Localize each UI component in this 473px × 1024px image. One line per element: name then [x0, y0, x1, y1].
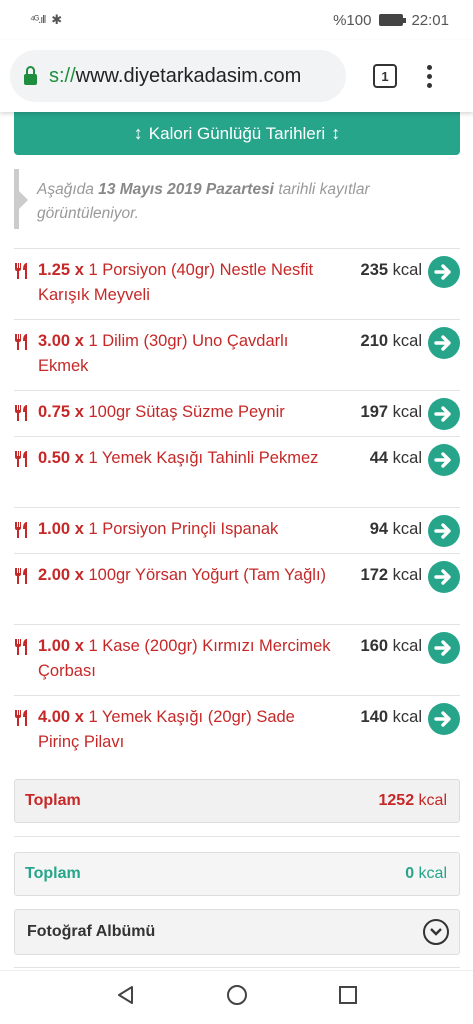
fork-knife-icon [14, 521, 30, 539]
food-list: 1.25 x 1 Porsiyon (40gr) Nestle Nesfit K… [14, 248, 460, 766]
food-description: 1.25 x 1 Porsiyon (40gr) Nestle Nesfit K… [38, 258, 338, 308]
fork-knife-icon [14, 709, 30, 727]
food-description: 0.50 x 1 Yemek Kaşığı Tahinli Pekmez [38, 446, 338, 471]
food-quantity: 1.25 x [38, 261, 84, 279]
home-icon[interactable] [226, 984, 248, 1011]
food-row: 1.25 x 1 Porsiyon (40gr) Nestle Nesfit K… [14, 248, 460, 319]
status-right: %100 22:01 [333, 12, 449, 29]
food-total-value: 1252 kcal [378, 792, 448, 809]
clock: 22:01 [411, 11, 449, 29]
food-row: 4.00 x 1 Yemek Kaşığı (20gr) Sade Pirinç… [14, 695, 460, 766]
food-quantity: 0.75 x [38, 403, 84, 421]
food-description: 0.75 x 100gr Sütaş Süzme Peynir [38, 400, 338, 425]
status-bar: ⁴ᴳ.ıll ✱ %100 22:01 [0, 0, 473, 40]
food-kcal: 94 kcal [369, 520, 422, 538]
arrow-right-icon[interactable] [428, 515, 460, 547]
food-description: 4.00 x 1 Yemek Kaşığı (20gr) Sade Pirinç… [38, 705, 338, 755]
food-kcal: 44 kcal [369, 449, 422, 467]
fork-knife-icon [14, 450, 30, 468]
url-text: s://www.diyetarkadasim.com [49, 65, 301, 88]
calorie-history-button[interactable]: ↕ Kalori Günlüğü Tarihleri ↕ [14, 112, 460, 155]
arrow-right-icon[interactable] [428, 256, 460, 288]
food-name: 100gr Yörsan Yoğurt (Tam Yağlı) [88, 566, 327, 584]
food-quantity: 3.00 x [38, 332, 84, 350]
activity-total-value: 0 kcal [405, 865, 447, 882]
food-row: 2.00 x 100gr Yörsan Yoğurt (Tam Yağlı) 17… [14, 553, 460, 624]
food-row: 0.50 x 1 Yemek Kaşığı Tahinli Pekmez 44 k… [14, 436, 460, 507]
food-kcal: 140 kcal [360, 708, 422, 726]
bluetooth-icon: ✱ [51, 12, 63, 27]
food-quantity: 2.00 x [38, 566, 84, 584]
food-quantity: 1.00 x [38, 520, 84, 538]
updown-arrow-icon: ↕ [133, 123, 143, 143]
divider [14, 967, 460, 968]
page-content: ↕ Kalori Günlüğü Tarihleri ↕ Aşağıda 13 … [0, 112, 473, 970]
photo-album-label: Fotoğraf Albümü [27, 923, 156, 940]
fork-knife-icon [14, 404, 30, 422]
tab-switcher-button[interactable]: 1 [373, 64, 397, 88]
arrow-right-icon[interactable] [428, 561, 460, 593]
arrow-right-icon[interactable] [428, 327, 460, 359]
food-kcal: 172 kcal [360, 566, 422, 584]
food-kcal: 235 kcal [360, 261, 422, 279]
food-name: 100gr Sütaş Süzme Peynir [88, 403, 285, 421]
activity-total-box: Toplam 0 kcal [14, 852, 460, 896]
recents-icon[interactable] [337, 984, 359, 1011]
food-kcal: 197 kcal [360, 403, 422, 421]
food-kcal: 160 kcal [360, 637, 422, 655]
fork-knife-icon [14, 567, 30, 585]
food-description: 1.00 x 1 Porsiyon Prinçli Ispanak [38, 517, 338, 542]
food-description: 3.00 x 1 Dilim (30gr) Uno Çavdarlı Ekmek [38, 329, 338, 379]
food-row: 1.00 x 1 Kase (200gr) Kırmızı Mercimek Ç… [14, 624, 460, 695]
notice-date: 13 Mayıs 2019 Pazartesi [98, 181, 274, 198]
photo-album-toggle[interactable]: Fotoğraf Albümü [14, 909, 460, 955]
url-scheme: s:// [49, 64, 76, 87]
divider [14, 836, 460, 837]
fork-knife-icon [14, 333, 30, 351]
food-quantity: 1.00 x [38, 637, 84, 655]
arrow-right-icon[interactable] [428, 444, 460, 476]
food-total-box: Toplam 1252 kcal [14, 779, 460, 823]
food-total-label: Toplam [25, 792, 81, 809]
food-quantity: 4.00 x [38, 708, 84, 726]
date-notice: Aşağıda 13 Mayıs 2019 Pazartesi tarihli … [14, 169, 460, 229]
address-bar[interactable]: s://www.diyetarkadasim.com [10, 50, 346, 102]
fork-knife-icon [14, 638, 30, 656]
overflow-menu-icon[interactable] [427, 64, 432, 88]
food-row: 0.75 x 100gr Sütaş Süzme Peynir 197 kcal [14, 390, 460, 436]
food-row: 3.00 x 1 Dilim (30gr) Uno Çavdarlı Ekmek… [14, 319, 460, 390]
food-quantity: 0.50 x [38, 449, 84, 467]
updown-arrow-icon: ↕ [331, 123, 341, 143]
chevron-down-icon [423, 919, 449, 945]
arrow-right-icon[interactable] [428, 632, 460, 664]
food-description: 2.00 x 100gr Yörsan Yoğurt (Tam Yağlı) [38, 563, 338, 588]
lock-icon [24, 65, 37, 85]
fork-knife-icon [14, 262, 30, 280]
food-row: 1.00 x 1 Porsiyon Prinçli Ispanak 94 kcal [14, 507, 460, 553]
system-nav-bar [0, 970, 473, 1024]
notice-prefix: Aşağıda [37, 181, 94, 198]
back-icon[interactable] [115, 984, 137, 1011]
battery-percent: %100 [333, 11, 372, 29]
arrow-right-icon[interactable] [428, 398, 460, 430]
activity-total-label: Toplam [25, 865, 81, 882]
caret-right-icon [19, 191, 28, 209]
food-kcal: 210 kcal [360, 332, 422, 350]
url-host: www.diyetarkadasim.com [75, 64, 302, 87]
arrow-right-icon[interactable] [428, 703, 460, 735]
food-description: 1.00 x 1 Kase (200gr) Kırmızı Mercimek Ç… [38, 634, 338, 684]
food-name: 1 Yemek Kaşığı Tahinli Pekmez [88, 449, 319, 467]
status-left: ⁴ᴳ.ıll ✱ [30, 12, 62, 28]
battery-icon [379, 14, 407, 26]
signal-icon: ⁴ᴳ.ıll [30, 14, 46, 26]
food-name: 1 Porsiyon Prinçli Ispanak [88, 520, 279, 538]
calorie-history-label: Kalori Günlüğü Tarihleri [148, 123, 326, 143]
browser-toolbar: s://www.diyetarkadasim.com 1 [0, 40, 473, 112]
